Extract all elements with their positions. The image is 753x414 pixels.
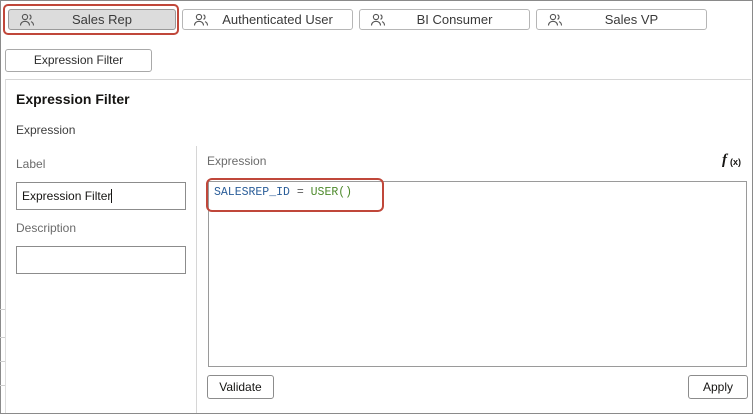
section-label: Expression: [16, 123, 76, 137]
description-input[interactable]: [16, 246, 186, 274]
column-divider: [196, 146, 197, 413]
label-input[interactable]: Expression Filter: [16, 182, 186, 210]
expression-filter-button[interactable]: Expression Filter: [5, 49, 152, 72]
expression-label: Expression: [207, 154, 267, 168]
edge-mark: [0, 309, 5, 310]
svg-text:(x): (x): [730, 157, 741, 167]
role-tab-bi-consumer[interactable]: BI Consumer: [359, 9, 530, 30]
divider: [5, 79, 751, 80]
edge-mark: [0, 385, 5, 386]
label-field-label: Label: [16, 157, 46, 171]
role-tab-label: Sales VP: [604, 12, 659, 27]
users-icon: [193, 13, 209, 26]
panel-title: Expression Filter: [16, 91, 130, 107]
role-tab-authenticated-user[interactable]: Authenticated User: [182, 9, 353, 30]
highlight-sales-rep-tab: [3, 4, 179, 35]
label-input-value: Expression Filter: [22, 189, 112, 203]
edge-mark: [0, 337, 5, 338]
users-icon: [370, 13, 386, 26]
highlight-expression: [206, 178, 384, 212]
function-icon[interactable]: f (x): [722, 151, 746, 169]
validate-button[interactable]: Validate: [207, 375, 274, 399]
role-tab-label: BI Consumer: [416, 12, 493, 27]
text-caret: [111, 189, 113, 203]
svg-text:f: f: [722, 152, 729, 168]
left-edge-divider: [5, 79, 6, 413]
edge-mark: [0, 361, 5, 362]
role-tab-label: Authenticated User: [222, 12, 333, 27]
apply-button[interactable]: Apply: [688, 375, 748, 399]
role-tab-sales-vp[interactable]: Sales VP: [536, 9, 707, 30]
description-field-label: Description: [16, 221, 77, 235]
users-icon: [547, 13, 563, 26]
